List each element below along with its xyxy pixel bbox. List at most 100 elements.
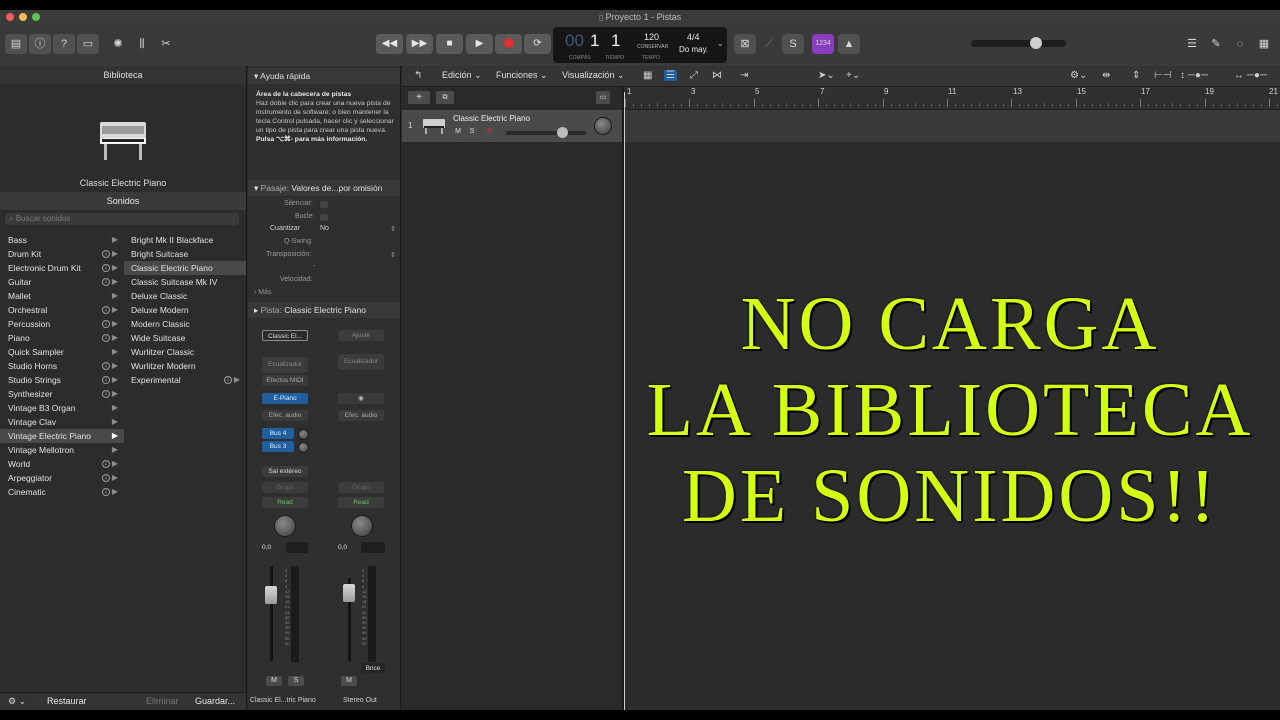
quantize-select[interactable]: No bbox=[320, 225, 329, 232]
download-icon[interactable]: ↓ bbox=[102, 278, 110, 286]
patch-item-selected[interactable]: Classic Electric Piano bbox=[124, 261, 246, 275]
duplicate-track-icon[interactable]: ⧉ bbox=[436, 91, 454, 104]
library-category[interactable]: Cinematic ↓ ▶ bbox=[0, 485, 124, 499]
grid-view-icon[interactable]: ▦ bbox=[643, 70, 652, 81]
region-inspector-header[interactable]: ▾ Pasaje: Valores de...por omisión bbox=[248, 180, 400, 196]
channel1-send-bus4[interactable]: Bus 4 bbox=[262, 428, 294, 439]
library-category[interactable]: Vintage Clav ▶ bbox=[0, 415, 124, 429]
waveform-zoom-icon[interactable]: ⇹ bbox=[1102, 70, 1110, 81]
gear-icon[interactable]: ⚙⌄ bbox=[1070, 70, 1087, 81]
library-category[interactable]: Mallet ▶ bbox=[0, 289, 124, 303]
mixer-icon[interactable]: ⫼ bbox=[131, 34, 153, 54]
horizontal-zoom-slider-icon[interactable]: ↔ ─●─ bbox=[1234, 70, 1267, 81]
download-icon[interactable]: ↓ bbox=[102, 250, 110, 258]
send2-level-knob[interactable] bbox=[298, 442, 309, 453]
library-category[interactable]: Arpeggiator ↓ ▶ bbox=[0, 471, 124, 485]
library-category[interactable]: Orchestral ↓ ▶ bbox=[0, 303, 124, 317]
patch-item[interactable]: Wurlitzer Modern bbox=[124, 359, 246, 373]
channel1-eq-button[interactable]: Ecualizador bbox=[262, 357, 308, 373]
channel2-audio-fx-slot[interactable]: Efec. audio bbox=[338, 410, 384, 421]
master-volume-slider[interactable] bbox=[971, 40, 1066, 47]
vertical-zoom-slider-icon[interactable]: ↕ ─●─ bbox=[1180, 70, 1208, 81]
track-pan-knob[interactable] bbox=[594, 117, 612, 135]
browsers-icon[interactable]: ▦ bbox=[1253, 34, 1275, 54]
sounds-search-input[interactable]: ⌕ Buscar sonidos bbox=[5, 213, 239, 225]
channel1-fader-track[interactable] bbox=[270, 566, 273, 661]
add-tool-icon[interactable]: +⌄ bbox=[846, 70, 860, 81]
library-category-selected[interactable]: Vintage Electric Piano ▶ bbox=[0, 429, 124, 443]
track-header-row[interactable]: 1 Classic Electric Piano M S R bbox=[402, 110, 622, 142]
channel1-mute-button[interactable]: M bbox=[266, 676, 282, 686]
download-icon[interactable]: ↓ bbox=[102, 376, 110, 384]
patch-item[interactable]: Bright Mk II Blackface bbox=[124, 233, 246, 247]
download-icon[interactable]: ↓ bbox=[224, 376, 232, 384]
zoom-window-button[interactable] bbox=[32, 13, 40, 21]
stop-button[interactable]: ■ bbox=[436, 34, 463, 54]
toolbar-toggle-icon[interactable]: ▭ bbox=[77, 34, 99, 54]
library-category[interactable]: Guitar ↓ ▶ bbox=[0, 275, 124, 289]
download-icon[interactable]: ↓ bbox=[102, 474, 110, 482]
list-editors-icon[interactable]: ☰ bbox=[1181, 34, 1203, 54]
track-lane-1[interactable] bbox=[624, 110, 1280, 142]
notepad-icon[interactable]: ✎ bbox=[1205, 34, 1227, 54]
global-tracks-icon[interactable]: ▭ bbox=[596, 91, 610, 104]
download-icon[interactable]: ↓ bbox=[102, 390, 110, 398]
time-signature[interactable]: 4/4 bbox=[687, 32, 700, 42]
channel2-link-icon[interactable]: ◉ bbox=[338, 393, 384, 404]
restore-button[interactable]: Restaurar bbox=[47, 696, 87, 706]
patch-folder[interactable]: Experimental ↓ ▶ bbox=[124, 373, 246, 387]
channel1-midi-fx-slot[interactable]: Efectos MIDI bbox=[262, 375, 308, 386]
minimize-window-button[interactable] bbox=[19, 13, 27, 21]
transpose-value[interactable]: - bbox=[313, 263, 315, 270]
track-record-button[interactable]: R bbox=[485, 127, 495, 137]
channel1-audio-fx-slot[interactable]: Efec. audio bbox=[262, 410, 308, 421]
channel1-setting-button[interactable]: Classic El... bbox=[262, 330, 308, 341]
view-menu[interactable]: Visualización ⌄ bbox=[562, 70, 624, 81]
gear-icon[interactable]: ⚙ ⌄ bbox=[8, 696, 26, 707]
library-category[interactable]: Electronic Drum Kit ↓ ▶ bbox=[0, 261, 124, 275]
channel1-solo-button[interactable]: S bbox=[288, 676, 304, 686]
play-button[interactable]: ▶ bbox=[466, 34, 493, 54]
channel2-volume-fader[interactable] bbox=[343, 584, 355, 602]
track-name[interactable]: Classic Electric Piano bbox=[453, 114, 530, 123]
add-track-button[interactable]: + bbox=[408, 91, 430, 104]
flex-icon[interactable]: ⋈ bbox=[712, 70, 722, 81]
replace-mode-icon[interactable]: ⊠ bbox=[734, 34, 756, 54]
smart-controls-icon[interactable]: ✺ bbox=[107, 34, 129, 54]
save-button[interactable]: Guardar... bbox=[195, 696, 235, 706]
track-volume-slider[interactable] bbox=[506, 131, 586, 135]
download-icon[interactable]: ↓ bbox=[102, 362, 110, 370]
library-category[interactable]: Quick Sampler ▶ bbox=[0, 345, 124, 359]
library-category[interactable]: Drum Kit ↓ ▶ bbox=[0, 247, 124, 261]
download-icon[interactable]: ↓ bbox=[102, 320, 110, 328]
edit-menu[interactable]: Edición ⌄ bbox=[442, 70, 482, 81]
channel2-eq-button[interactable]: Ecualizador bbox=[338, 354, 384, 370]
patch-item[interactable]: Bright Suitcase bbox=[124, 247, 246, 261]
patch-item[interactable]: Deluxe Classic bbox=[124, 289, 246, 303]
track-headers-area[interactable]: + ⧉ ▭ 1 Classic Electric Piano M S R bbox=[402, 87, 624, 710]
patch-item[interactable]: Wurlitzer Classic bbox=[124, 345, 246, 359]
mute-checkbox[interactable] bbox=[320, 201, 328, 208]
metronome-icon[interactable]: ▲ bbox=[838, 34, 860, 54]
pointer-tool-icon[interactable]: ➤⌄ bbox=[818, 70, 835, 81]
tuner-icon[interactable]: ⟋ bbox=[758, 34, 780, 54]
functions-menu[interactable]: Funciones ⌄ bbox=[496, 70, 548, 81]
library-category[interactable]: Percussion ↓ ▶ bbox=[0, 317, 124, 331]
inspector-toggle-icon[interactable]: ⓘ bbox=[29, 34, 51, 54]
catch-icon[interactable]: ⤢ bbox=[690, 70, 698, 81]
solo-mode-icon[interactable]: S bbox=[782, 34, 804, 54]
rewind-button[interactable]: ◀◀ bbox=[376, 34, 403, 54]
loop-browser-icon[interactable]: ◌ bbox=[1229, 34, 1251, 54]
record-button[interactable] bbox=[495, 34, 522, 54]
track-solo-button[interactable]: S bbox=[467, 127, 477, 137]
master-volume-knob[interactable] bbox=[1030, 37, 1042, 49]
library-category[interactable]: Synthesizer ↓ ▶ bbox=[0, 387, 124, 401]
count-in-button[interactable]: 1234 bbox=[812, 34, 834, 54]
library-category[interactable]: Piano ↓ ▶ bbox=[0, 331, 124, 345]
channel2-mute-button[interactable]: M bbox=[341, 676, 357, 686]
download-icon[interactable]: ↓ bbox=[102, 460, 110, 468]
channel1-pan-knob[interactable] bbox=[274, 515, 296, 537]
track-volume-knob[interactable] bbox=[557, 127, 568, 138]
back-arrow-icon[interactable]: ↰ bbox=[414, 70, 422, 81]
fast-forward-button[interactable]: ▶▶ bbox=[406, 34, 433, 54]
